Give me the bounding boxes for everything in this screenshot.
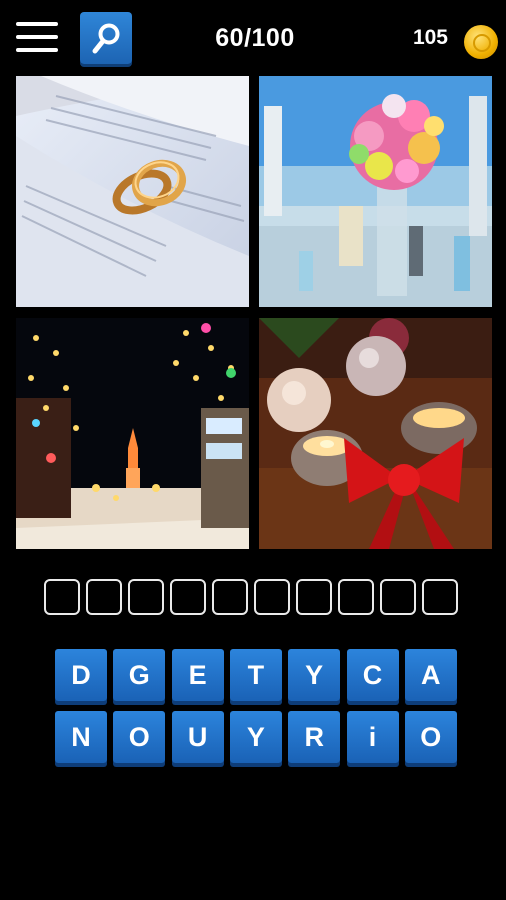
answer-slot[interactable] xyxy=(128,579,164,615)
answer-slot[interactable] xyxy=(212,579,248,615)
answer-slot[interactable] xyxy=(86,579,122,615)
answer-slot[interactable] xyxy=(380,579,416,615)
top-bar: 60/100 105 xyxy=(0,0,506,72)
picture-2[interactable] xyxy=(259,76,492,307)
letter-tile[interactable]: T xyxy=(229,649,282,701)
letter-tile[interactable]: A xyxy=(404,649,457,701)
picture-4[interactable] xyxy=(259,318,492,549)
letter-tile[interactable]: i xyxy=(346,711,399,763)
letter-tile[interactable]: O xyxy=(404,711,457,763)
picture-3[interactable] xyxy=(16,318,249,549)
letter-tile[interactable]: Y xyxy=(229,711,282,763)
letter-tile[interactable]: N xyxy=(55,711,107,763)
coin-count: 105 xyxy=(412,26,448,49)
answer-slots xyxy=(44,579,464,617)
level-counter: 60/100 xyxy=(215,24,295,52)
letter-tile[interactable]: Y xyxy=(288,649,341,701)
answer-slot[interactable] xyxy=(296,579,332,615)
magnifier-icon xyxy=(92,23,120,54)
answer-slot[interactable] xyxy=(254,579,290,615)
hint-button[interactable] xyxy=(80,12,132,64)
answer-slot[interactable] xyxy=(422,579,458,615)
letter-tile[interactable]: G xyxy=(113,649,166,701)
letter-tile[interactable]: R xyxy=(288,711,341,763)
answer-slot[interactable] xyxy=(170,579,206,615)
letter-tile[interactable]: D xyxy=(55,649,107,701)
hamburger-icon xyxy=(16,22,58,26)
answer-slot[interactable] xyxy=(338,579,374,615)
coin-icon[interactable] xyxy=(464,25,498,59)
menu-button[interactable] xyxy=(16,22,58,54)
picture-1[interactable] xyxy=(16,76,249,307)
letter-tile[interactable]: C xyxy=(346,649,399,701)
letter-tile[interactable]: U xyxy=(171,711,224,763)
answer-slot[interactable] xyxy=(44,579,80,615)
letter-tile[interactable]: O xyxy=(113,711,166,763)
letter-tile[interactable]: E xyxy=(171,649,224,701)
